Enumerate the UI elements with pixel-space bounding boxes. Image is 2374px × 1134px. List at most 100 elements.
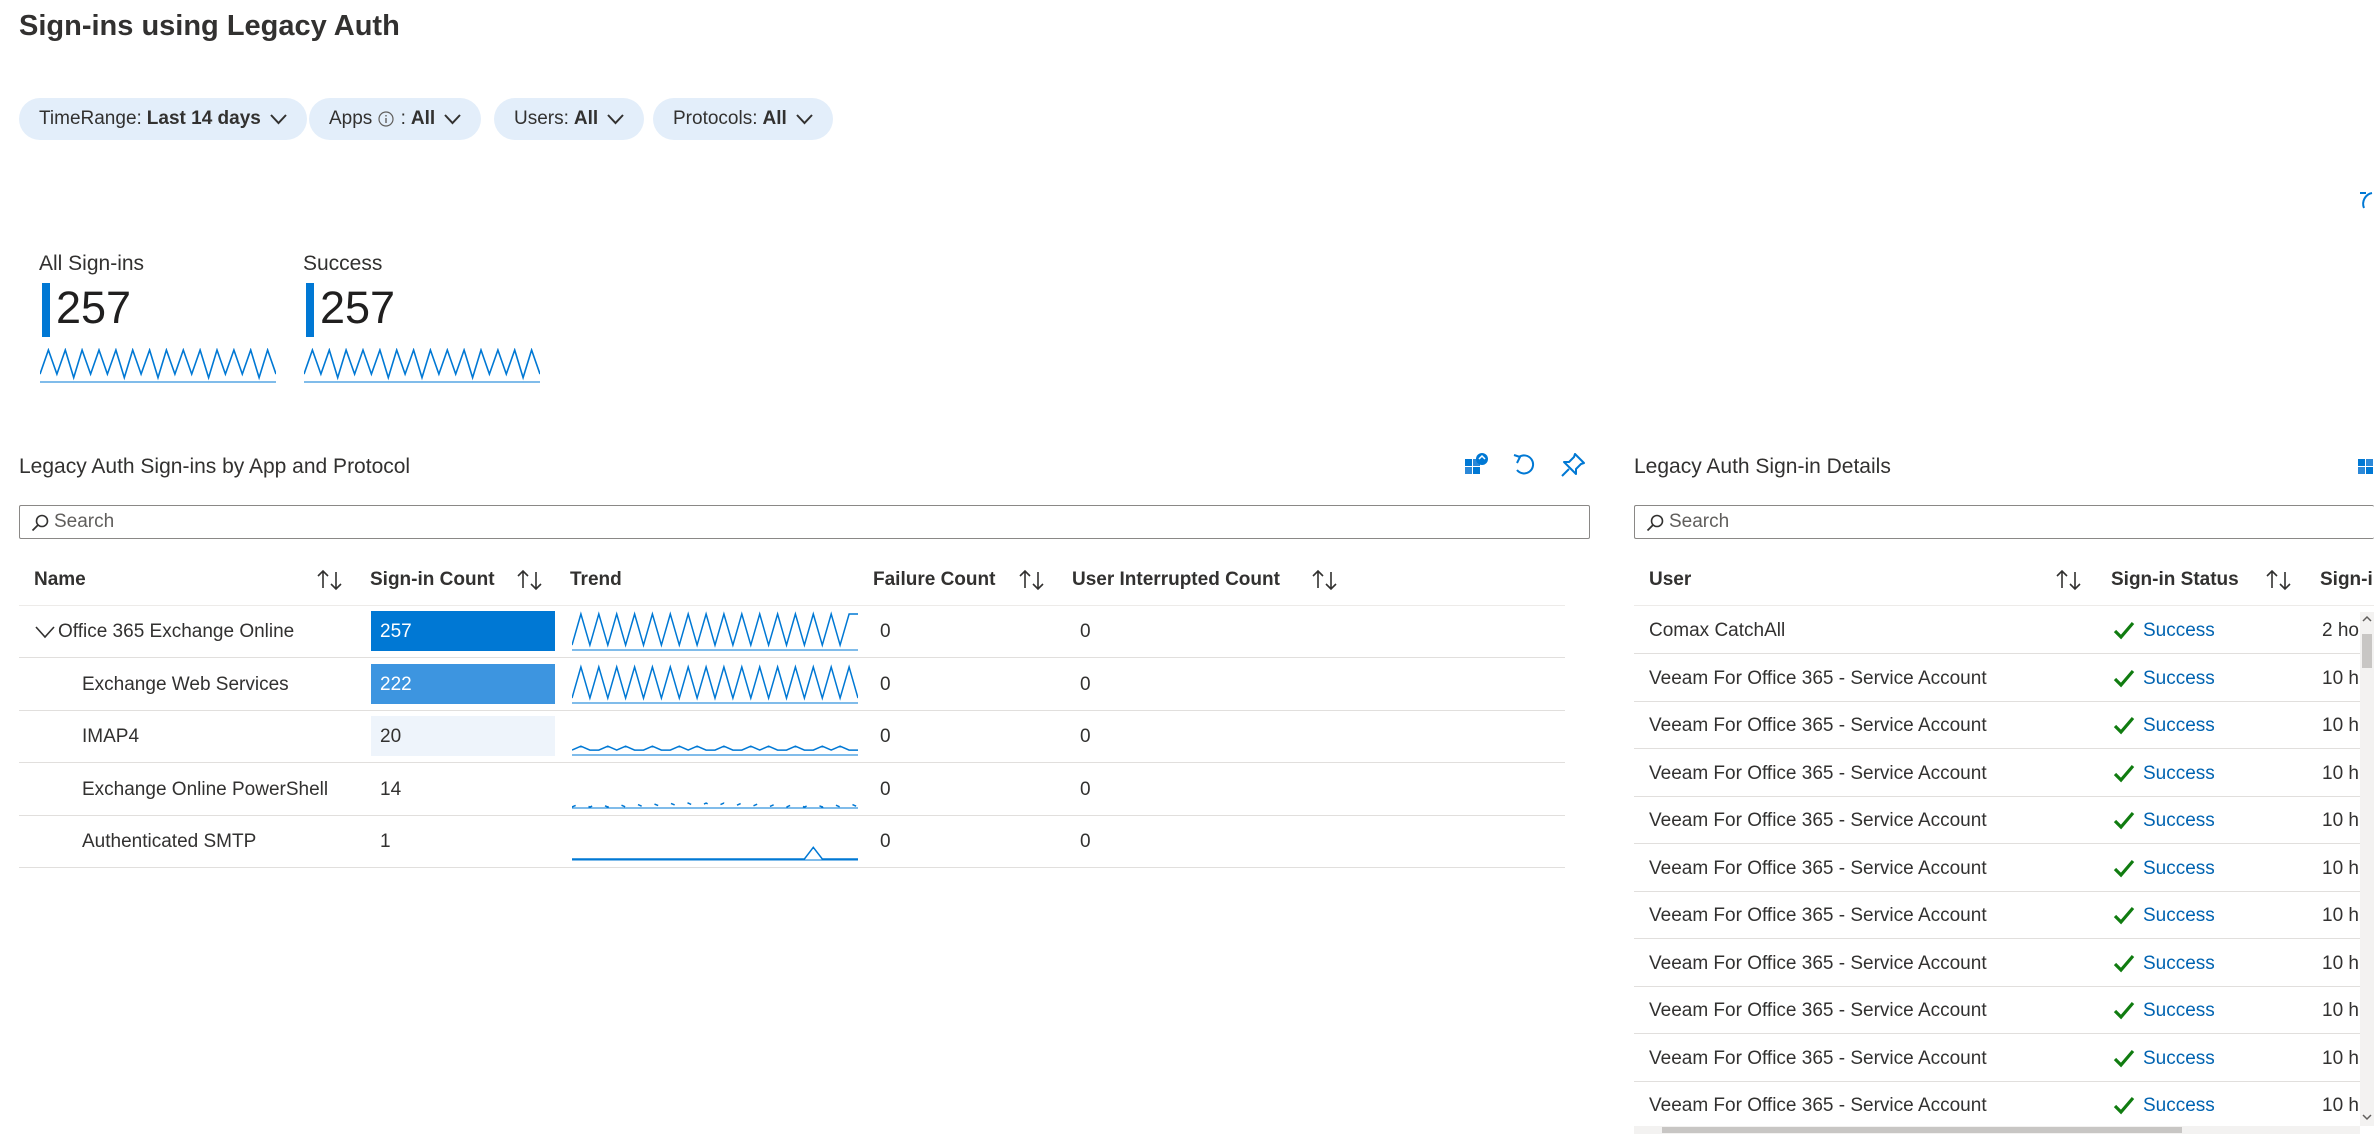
column-header-user[interactable]: User: [1649, 569, 1691, 591]
signin-time: 10 h: [2322, 810, 2359, 831]
filter-label: TimeRange: [39, 108, 137, 129]
filter-value: All: [573, 108, 599, 129]
filter-value: Last 14 days: [146, 108, 261, 129]
signin-status-link[interactable]: Success: [2143, 905, 2215, 927]
failure-count: 0: [880, 621, 891, 642]
signin-status-link[interactable]: Success: [2143, 810, 2215, 832]
column-header-signin-count[interactable]: Sign-in Count: [370, 569, 495, 591]
details-horizontal-scrollbar[interactable]: [1634, 1126, 2360, 1134]
signin-status-link[interactable]: Success: [2143, 858, 2215, 880]
scroll-up-icon[interactable]: [2362, 614, 2372, 624]
checkmark-icon: [2113, 1096, 2135, 1115]
column-header-name[interactable]: Name: [34, 569, 86, 591]
failure-count: 0: [880, 726, 891, 747]
app-name[interactable]: Office 365 Exchange Online: [58, 621, 294, 643]
app-name[interactable]: Exchange Online PowerShell: [82, 779, 328, 801]
signin-status-link[interactable]: Success: [2143, 1000, 2215, 1022]
user-interrupted-count: 0: [1080, 778, 1091, 800]
user-name[interactable]: Veeam For Office 365 - Service Account: [1649, 1000, 1987, 1022]
row-divider: [1634, 700, 2360, 702]
details-card-title: Legacy Auth Sign-in Details: [1634, 455, 1891, 478]
signin-time: 10 h: [2322, 762, 2359, 784]
apps-search-box[interactable]: [19, 505, 1590, 539]
row-divider: [1634, 985, 2360, 987]
filter-pill-timerange[interactable]: TimeRange: Last 14 days: [19, 98, 307, 140]
sort-icon[interactable]: [1311, 568, 1339, 592]
user-name[interactable]: Veeam For Office 365 - Service Account: [1649, 810, 1987, 832]
workbook-icon[interactable]: [1463, 452, 1489, 478]
signin-status-link[interactable]: Success: [2143, 620, 2215, 642]
scroll-down-icon[interactable]: [2362, 1112, 2372, 1122]
column-header-failure-count[interactable]: Failure Count: [873, 569, 995, 591]
info-icon[interactable]: [378, 111, 394, 127]
user-name[interactable]: Veeam For Office 365 - Service Account: [1649, 905, 1987, 927]
signin-count-bar: 14: [371, 768, 555, 809]
signin-time: 10 h: [2322, 1000, 2359, 1021]
user-name[interactable]: Veeam For Office 365 - Service Account: [1649, 858, 1987, 880]
app-name[interactable]: IMAP4: [82, 726, 139, 748]
row-divider: [1634, 938, 2360, 939]
user-interrupted-count: 0: [1080, 673, 1091, 695]
user-interrupted-count: 0: [1080, 831, 1091, 852]
details-vertical-scrollbar[interactable]: [2360, 612, 2374, 1126]
sort-icon[interactable]: [516, 568, 544, 592]
row-divider: [1634, 843, 2360, 844]
sort-icon[interactable]: [1018, 568, 1046, 592]
search-icon: [1646, 514, 1664, 532]
column-header-user-interrupted-count[interactable]: User Interrupted Count: [1072, 569, 1280, 591]
signin-status-link[interactable]: Success: [2143, 1048, 2215, 1070]
filter-pill-protocols[interactable]: Protocols: All: [653, 98, 833, 140]
apps-card-title: Legacy Auth Sign-ins by App and Protocol: [19, 455, 411, 478]
signin-time: 10 h: [2322, 952, 2359, 974]
user-name[interactable]: Veeam For Office 365 - Service Account: [1649, 715, 1987, 737]
user-name[interactable]: Veeam For Office 365 - Service Account: [1649, 1095, 1987, 1117]
sort-icon[interactable]: [2265, 568, 2293, 592]
failure-count: 0: [880, 778, 891, 800]
signin-count-bar: 222: [371, 663, 555, 704]
signin-time: 10 h: [2322, 1095, 2359, 1116]
row-divider: [1634, 795, 2360, 797]
user-interrupted-count: 0: [1080, 621, 1091, 642]
pin-icon[interactable]: [1560, 452, 1586, 478]
app-name[interactable]: Authenticated SMTP: [82, 831, 256, 853]
row-divider: [19, 762, 1565, 763]
header-divider: [19, 605, 1565, 606]
signin-status-link[interactable]: Success: [2143, 1095, 2215, 1117]
details-search-input[interactable]: [1669, 506, 2368, 538]
refresh-icon[interactable]: [2358, 188, 2374, 218]
chevron-down-icon: [796, 114, 813, 125]
user-name[interactable]: Veeam For Office 365 - Service Account: [1649, 668, 1987, 690]
signin-status-link[interactable]: Success: [2143, 763, 2215, 785]
user-name[interactable]: Veeam For Office 365 - Service Account: [1649, 763, 1987, 785]
undo-icon[interactable]: [1512, 452, 1536, 478]
user-name[interactable]: Veeam For Office 365 - Service Account: [1649, 1048, 1987, 1070]
signin-status-link[interactable]: Success: [2143, 715, 2215, 737]
user-name[interactable]: Comax CatchAll: [1649, 620, 1785, 642]
chevron-down-icon: [270, 114, 287, 125]
column-header-signin-time[interactable]: Sign-i: [2320, 569, 2373, 591]
workbook-icon[interactable]: [2356, 452, 2374, 478]
scrollbar-thumb[interactable]: [2362, 634, 2372, 668]
filter-label: Apps: [329, 108, 373, 129]
filter-pill-apps[interactable]: Apps : All: [309, 98, 482, 140]
signin-status-link[interactable]: Success: [2143, 953, 2215, 975]
kpi-label-success: Success: [303, 252, 383, 275]
scrollbar-thumb[interactable]: [1662, 1127, 2182, 1133]
signin-status-link[interactable]: Success: [2143, 668, 2215, 690]
chevron-down-icon: [444, 114, 461, 125]
sparkline-path: [304, 348, 540, 381]
apps-search-input[interactable]: [54, 506, 1583, 538]
expand-chevron-icon[interactable]: [35, 625, 55, 639]
filter-pill-users[interactable]: Users: All: [494, 98, 645, 140]
row-divider: [1634, 748, 2360, 749]
app-name[interactable]: Exchange Web Services: [82, 674, 289, 696]
details-search-box[interactable]: [1634, 505, 2374, 539]
signin-count-value: 20: [380, 726, 402, 747]
user-name[interactable]: Veeam For Office 365 - Service Account: [1649, 953, 1987, 975]
checkmark-icon: [2113, 954, 2135, 972]
column-header-signin-status[interactable]: Sign-in Status: [2111, 569, 2239, 591]
sort-icon[interactable]: [316, 568, 344, 592]
sparkline-path: [40, 348, 276, 381]
sort-icon[interactable]: [2055, 568, 2083, 592]
page-title: Sign-ins using Legacy Auth: [19, 10, 400, 42]
